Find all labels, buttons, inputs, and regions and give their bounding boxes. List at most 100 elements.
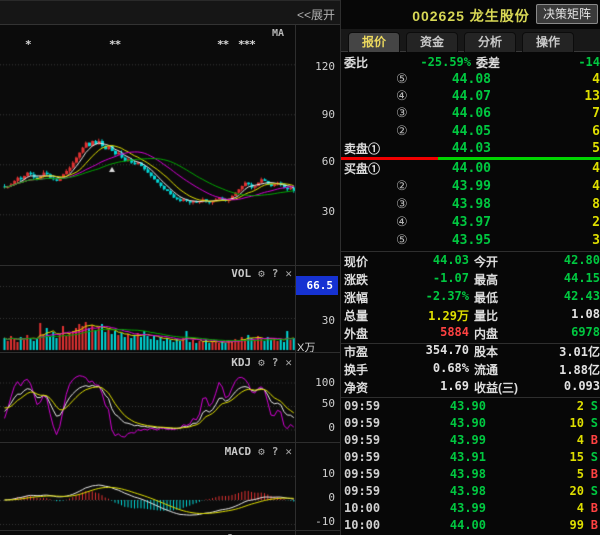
info-row: 换手0.68%流通1.88亿	[341, 361, 600, 379]
tick-side: S	[586, 416, 598, 430]
price-axis-tick: 90	[293, 108, 335, 121]
ma-legend-label: MA	[272, 28, 284, 39]
help-icon[interactable]: ?	[272, 356, 279, 369]
expand-toggle[interactable]: <<展开	[297, 6, 335, 23]
help-icon[interactable]: ?	[272, 445, 279, 458]
tick-time: 09:59	[344, 467, 380, 481]
axis-divider	[295, 25, 296, 535]
price-cell: 43.95	[431, 232, 491, 250]
bid-row[interactable]: ⑤43.953	[341, 232, 600, 250]
tab-2[interactable]: 分析	[464, 32, 516, 52]
help-icon[interactable]: ?	[272, 267, 279, 280]
price-axis-tick: 120	[293, 60, 335, 73]
tick-row[interactable]: 09:5943.9010S	[341, 416, 600, 433]
tick-side: B	[586, 518, 598, 532]
tick-volume: 2	[532, 399, 584, 413]
level-cell: ④	[396, 88, 408, 105]
info-label: 涨跌	[344, 271, 368, 288]
close-icon[interactable]: ✕	[285, 267, 292, 280]
bid-row[interactable]: ③43.988	[341, 196, 600, 214]
bid-row[interactable]: ②43.994	[341, 178, 600, 196]
tick-time: 09:59	[344, 484, 380, 498]
tick-time: 09:59	[344, 450, 380, 464]
price-cell: 44.00	[431, 160, 491, 178]
info-row: 市盈354.70股本3.01亿	[341, 343, 600, 361]
panel-divider	[0, 265, 340, 266]
tick-row[interactable]: 09:5943.9115S	[341, 450, 600, 467]
info-value: 0.093	[528, 379, 600, 393]
volume-cell: 5	[545, 140, 600, 157]
ask-row[interactable]: ④44.0713	[341, 88, 600, 105]
tick-time: 10:00	[344, 501, 380, 515]
panel-divider	[0, 442, 340, 443]
gear-icon[interactable]: ⚙	[258, 445, 265, 458]
info-label: 总量	[344, 307, 368, 324]
kdj-panel-header: KDJ⚙?✕	[231, 356, 292, 370]
tick-row[interactable]: 09:5943.9820S	[341, 484, 600, 501]
stock-trading-app: <<展开 MA ******** 120 90 60 30 VOL⚙?✕ 66.…	[0, 0, 600, 535]
price-cell: 44.08	[431, 71, 491, 88]
decision-matrix-button[interactable]: 决策矩阵	[536, 4, 598, 24]
info-label: 最低	[474, 289, 498, 306]
info-label: 换手	[344, 361, 368, 378]
tick-time: 09:59	[344, 416, 380, 430]
tick-side: S	[586, 399, 598, 413]
section-divider	[341, 397, 600, 398]
tab-0[interactable]: 报价	[348, 32, 400, 52]
ask-row[interactable]: 卖盘①44.035	[341, 140, 600, 157]
ask-row[interactable]: ⑤44.084	[341, 71, 600, 88]
tick-price: 43.98	[429, 484, 486, 498]
info-label: 净资	[344, 379, 368, 396]
info-row: 涨跌-1.07最高44.15	[341, 271, 600, 289]
info-value: 1.69	[381, 379, 469, 393]
tick-row[interactable]: 10:0043.994B	[341, 501, 600, 518]
info-value: 42.80	[528, 253, 600, 267]
weicha-value: -14	[540, 54, 600, 71]
volume-cell: 7	[545, 105, 600, 122]
tick-volume: 99	[532, 518, 584, 532]
tick-price: 44.00	[429, 518, 486, 532]
tick-row[interactable]: 09:5943.985B	[341, 467, 600, 484]
info-value: 44.15	[528, 271, 600, 285]
section-divider	[341, 343, 600, 344]
level-cell: ②	[396, 178, 408, 196]
bid-row[interactable]: ④43.972	[341, 214, 600, 232]
bid-book: 买盘①44.004②43.994③43.988④43.972⑤43.953	[341, 160, 600, 250]
tick-price: 43.98	[429, 467, 486, 481]
bid-row[interactable]: 买盘①44.004	[341, 160, 600, 178]
close-icon[interactable]: ✕	[285, 445, 292, 458]
price-cell: 43.97	[431, 214, 491, 232]
price-axis-tick: 30	[293, 205, 335, 218]
tick-row[interactable]: 10:0044.0099B	[341, 518, 600, 535]
tab-1[interactable]: 资金	[406, 32, 458, 52]
tick-volume: 4	[532, 433, 584, 447]
tick-time: 09:59	[344, 433, 380, 447]
level-cell: ④	[396, 214, 408, 232]
weicha-label: 委差	[476, 54, 500, 71]
price-axis-tick: 60	[293, 155, 335, 168]
level-cell: 卖盘①	[344, 140, 380, 157]
gear-icon[interactable]: ⚙	[258, 267, 265, 280]
tick-row[interactable]: 09:5943.994B	[341, 433, 600, 450]
tick-list: 09:5943.902S09:5943.9010S09:5943.994B09:…	[341, 399, 600, 535]
info-label: 今开	[474, 253, 498, 270]
volume-cell: 3	[545, 232, 600, 250]
tab-3[interactable]: 操作	[522, 32, 574, 52]
volume-cell: 4	[545, 178, 600, 196]
volume-cell: 13	[545, 88, 600, 105]
macd-axis-tick: 0	[293, 491, 335, 504]
info-value: 1.88亿	[528, 361, 600, 378]
tick-volume: 10	[532, 416, 584, 430]
tick-row[interactable]: 09:5943.902S	[341, 399, 600, 416]
ask-row[interactable]: ②44.056	[341, 123, 600, 140]
info-label: 市盈	[344, 343, 368, 360]
ask-row[interactable]: ③44.067	[341, 105, 600, 122]
close-icon[interactable]: ✕	[285, 356, 292, 369]
info-value: -1.07	[381, 271, 469, 285]
tick-side: B	[586, 467, 598, 481]
quote-panel: 002625 龙生股份 决策矩阵 报价资金分析操作 委比 -25.59% 委差 …	[340, 0, 600, 535]
panel-divider	[0, 352, 340, 353]
info-value: 3.01亿	[528, 343, 600, 360]
gear-icon[interactable]: ⚙	[258, 356, 265, 369]
tick-side: S	[586, 484, 598, 498]
